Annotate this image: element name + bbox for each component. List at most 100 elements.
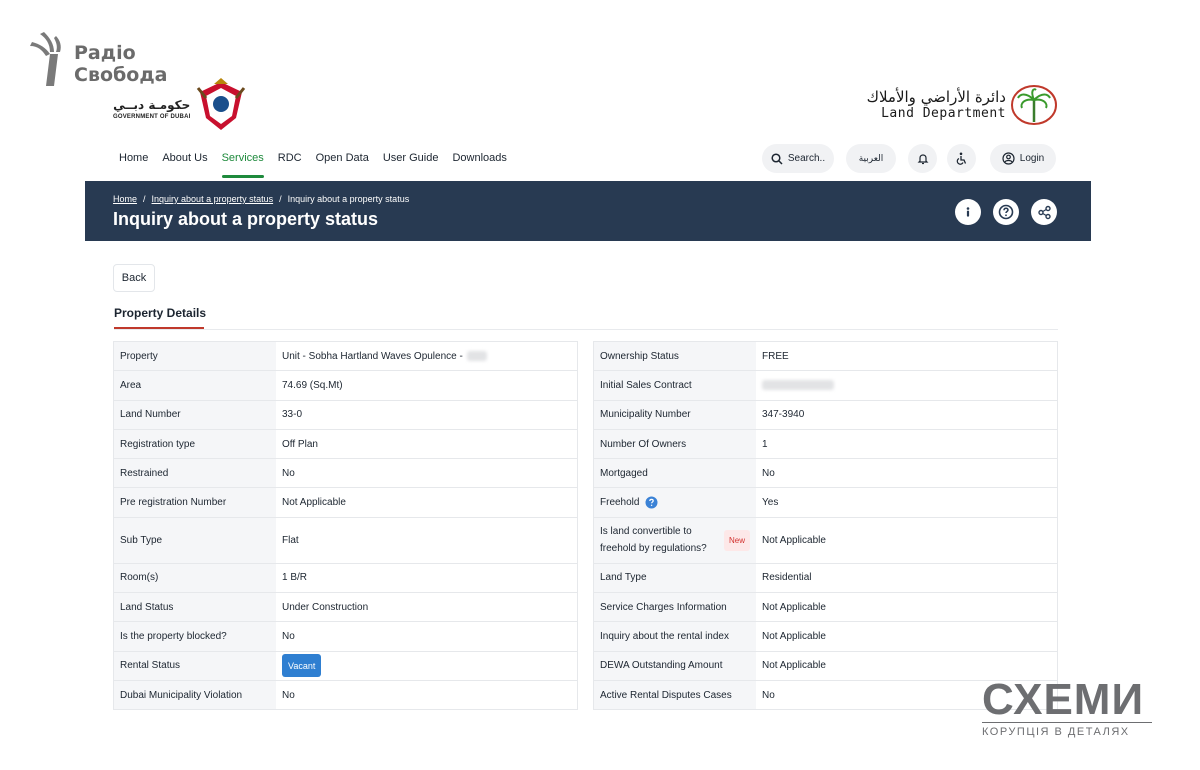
- row-key: Rental Status: [114, 651, 276, 680]
- table-row: Land Status Under Construction: [114, 593, 577, 623]
- nav-home[interactable]: Home: [119, 152, 148, 178]
- rental-status-badge: Vacant: [282, 654, 322, 678]
- row-value: Off Plan: [276, 429, 577, 459]
- row-key: Area: [114, 371, 276, 400]
- row-key: Land Type: [594, 563, 756, 593]
- freehold-help-icon[interactable]: [645, 496, 658, 509]
- radio-svoboda-bird-icon: [30, 32, 61, 86]
- table-row: Rental Status Vacant: [114, 651, 577, 681]
- row-value: Unit - Sobha Hartland Waves Opulence -: [276, 342, 577, 371]
- freehold-label: Freehold: [600, 497, 640, 509]
- row-key: Number Of Owners: [594, 429, 756, 459]
- table-row: Sub Type Flat: [114, 517, 577, 564]
- row-key: Ownership Status: [594, 342, 756, 371]
- row-key: Land Number: [114, 400, 276, 429]
- schemy-title: СХЕМИ: [982, 675, 1145, 724]
- nav-user-guide[interactable]: User Guide: [383, 152, 439, 178]
- table-row: Property Unit - Sobha Hartland Waves Opu…: [114, 342, 577, 372]
- breadcrumb-home[interactable]: Home: [113, 194, 137, 204]
- row-key: Inquiry about the rental index: [594, 622, 756, 651]
- breadcrumb-inquiry-link[interactable]: Inquiry about a property status: [152, 194, 274, 204]
- info-button[interactable]: [955, 199, 981, 225]
- property-details-left-table: Property Unit - Sobha Hartland Waves Opu…: [113, 341, 578, 711]
- table-row: Municipality Number 347-3940: [594, 400, 1057, 430]
- schemy-tagline: КОРУПЦІЯ В ДЕТАЛЯХ: [982, 726, 1130, 738]
- property-name-value: Unit - Sobha Hartland Waves Opulence -: [282, 350, 463, 362]
- breadcrumb: Home / Inquiry about a property status /…: [113, 194, 409, 204]
- gov-logo-arabic: حكومـة دبــي: [113, 98, 191, 112]
- section-title: Property Details: [114, 306, 207, 320]
- nav-rdc[interactable]: RDC: [278, 152, 302, 178]
- row-value: No: [276, 622, 577, 651]
- gov-logo-english: GOVERNMENT OF DUBAI: [113, 114, 191, 120]
- login-button[interactable]: Login: [990, 144, 1056, 173]
- nav-downloads[interactable]: Downloads: [452, 152, 506, 178]
- row-key: Freehold: [594, 488, 756, 517]
- row-key: Initial Sales Contract: [594, 371, 756, 400]
- search-icon: [771, 152, 783, 165]
- table-row: Registration type Off Plan: [114, 429, 577, 460]
- breadcrumb-current: Inquiry about a property status: [287, 194, 410, 204]
- table-row: Ownership Status FREE: [594, 342, 1057, 372]
- table-row: Pre registration Number Not Applicable: [114, 488, 577, 518]
- row-value: FREE: [756, 342, 1057, 371]
- table-row: Is land convertible to freehold by regul…: [594, 517, 1057, 564]
- row-value: Not Applicable: [756, 517, 1057, 563]
- row-value: 33-0: [276, 400, 577, 429]
- table-row: Room(s) 1 B/R: [114, 563, 577, 594]
- row-key: Restrained: [114, 459, 276, 488]
- government-of-dubai-logo[interactable]: حكومـة دبــي GOVERNMENT OF DUBAI: [113, 78, 246, 132]
- table-row: Is the property blocked? No: [114, 622, 577, 652]
- bell-icon: [917, 153, 928, 164]
- row-key: Sub Type: [114, 517, 276, 563]
- table-row: Area 74.69 (Sq.Mt): [114, 371, 577, 401]
- nav-services[interactable]: Services: [221, 152, 264, 178]
- info-icon: [966, 207, 970, 217]
- row-key: Land Status: [114, 593, 276, 622]
- watermark-line1: Радіо: [74, 42, 136, 64]
- row-key: Active Rental Disputes Cases: [594, 680, 756, 710]
- question-icon: [998, 204, 1014, 220]
- section-divider: [114, 329, 1058, 330]
- table-row: Freehold Yes: [594, 488, 1057, 518]
- accessibility-button[interactable]: [947, 144, 976, 173]
- search-button[interactable]: Search..: [762, 144, 834, 173]
- row-value: Vacant: [276, 651, 577, 680]
- share-button[interactable]: [1031, 199, 1057, 225]
- row-key: Pre registration Number: [114, 488, 276, 517]
- table-row: Restrained No: [114, 459, 577, 489]
- row-key: Is land convertible to freehold by regul…: [594, 517, 756, 563]
- row-value: 74.69 (Sq.Mt): [276, 371, 577, 400]
- breadcrumb-separator: /: [143, 194, 146, 204]
- redacted-block: [762, 380, 834, 391]
- notifications-button[interactable]: [908, 144, 937, 173]
- row-value: Yes: [756, 488, 1057, 517]
- property-details-right-table: Ownership Status FREE Initial Sales Cont…: [593, 341, 1058, 711]
- language-toggle[interactable]: العربية: [846, 144, 896, 173]
- back-button[interactable]: Back: [113, 264, 155, 292]
- row-value: Under Construction: [276, 593, 577, 622]
- row-value: Not Applicable: [756, 622, 1057, 651]
- nav-about-us[interactable]: About Us: [162, 152, 207, 178]
- table-row: Mortgaged No: [594, 459, 1057, 489]
- row-key: Registration type: [114, 429, 276, 459]
- row-value: Not Applicable: [276, 488, 577, 517]
- nav-open-data[interactable]: Open Data: [316, 152, 369, 178]
- search-label: Search..: [787, 153, 826, 164]
- redacted-block: [466, 351, 487, 362]
- row-value: No: [276, 680, 577, 710]
- row-key: Room(s): [114, 563, 276, 593]
- row-value: 347-3940: [756, 400, 1057, 429]
- land-dept-arabic: دائرة الأراضي والأملاك: [866, 88, 1006, 106]
- table-row: Service Charges Information Not Applicab…: [594, 593, 1057, 623]
- table-row: Land Number 33-0: [114, 400, 577, 430]
- help-button[interactable]: [993, 199, 1019, 225]
- breadcrumb-separator: /: [279, 194, 282, 204]
- new-badge: New: [724, 529, 751, 551]
- table-row: Number Of Owners 1: [594, 429, 1057, 460]
- page-title: Inquiry about a property status: [113, 209, 379, 229]
- land-department-logo[interactable]: دائرة الأراضي والأملاك Land Department: [867, 84, 1058, 126]
- wheelchair-icon: [956, 152, 967, 165]
- row-value: Residential: [756, 563, 1057, 593]
- row-value: No: [276, 459, 577, 488]
